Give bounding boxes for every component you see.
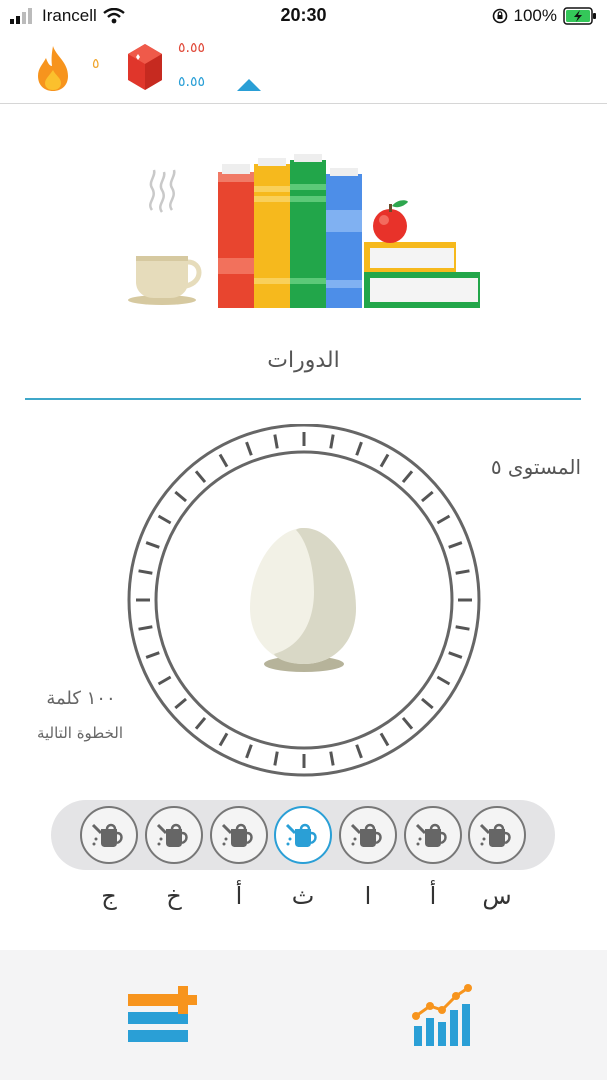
next-step-label: الخطوة التالية — [36, 724, 124, 742]
day-button[interactable] — [468, 806, 526, 864]
day-label: ث — [291, 882, 315, 910]
bottom-nav — [0, 950, 607, 1080]
day-button[interactable] — [145, 806, 203, 864]
level-label: المستوى ٥ — [490, 455, 581, 479]
watering-can-icon — [91, 823, 123, 847]
status-bar: Irancell 20:30 100% — [0, 0, 607, 34]
day-button[interactable] — [274, 806, 332, 864]
books-illustration — [128, 154, 480, 308]
ruby-icon[interactable] — [126, 42, 164, 92]
watering-can-icon — [479, 823, 511, 847]
flame-icon[interactable] — [34, 44, 72, 92]
day-label: ج — [101, 882, 117, 910]
day-label: ا — [364, 882, 372, 910]
stats-chart-icon[interactable] — [410, 982, 476, 1048]
status-right: 100% — [492, 6, 597, 26]
day-button[interactable] — [404, 806, 462, 864]
day-label: خ — [166, 882, 182, 910]
watering-can-icon — [221, 823, 253, 847]
day-label: س — [482, 882, 512, 910]
triangle-up-icon[interactable] — [236, 78, 262, 92]
courses-title[interactable]: الدورات — [0, 348, 607, 373]
battery-charging-icon — [563, 7, 596, 25]
stats-header: ٥ ٥.٥٥ ٥.٥٥ — [0, 34, 607, 104]
progress-dial[interactable] — [126, 424, 482, 780]
gems-count: ٥.٥٥ — [178, 40, 206, 56]
battery-percent: 100% — [513, 6, 557, 25]
day-label: أ — [429, 882, 437, 910]
watering-can-icon — [156, 823, 188, 847]
day-button[interactable] — [210, 806, 268, 864]
xp-count: ٥.٥٥ — [178, 74, 206, 90]
courses-underline — [25, 398, 581, 400]
streak-count: ٥ — [92, 56, 100, 72]
watering-can-icon — [415, 823, 447, 847]
watering-can-icon — [350, 823, 382, 847]
add-words-icon[interactable] — [126, 984, 202, 1046]
orientation-lock-icon — [492, 8, 507, 24]
day-button[interactable] — [80, 806, 138, 864]
day-label: أ — [235, 882, 243, 910]
day-button[interactable] — [339, 806, 397, 864]
watering-can-icon — [285, 823, 317, 847]
next-step-words: ١٠٠ كلمة — [46, 688, 116, 709]
